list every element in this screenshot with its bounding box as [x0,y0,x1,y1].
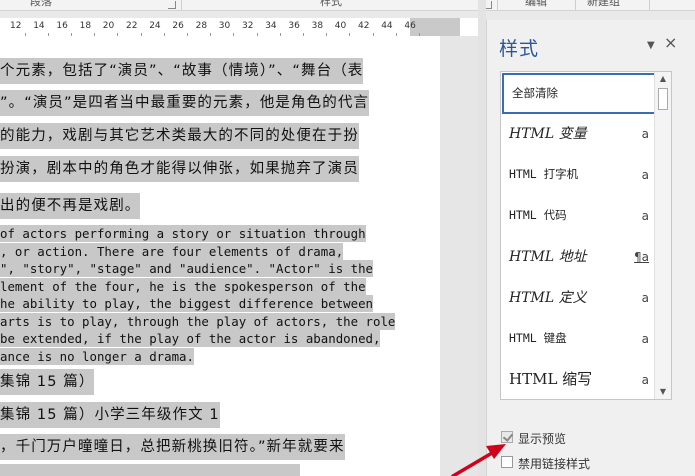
doc-line[interactable]: ”。“演员”是四者当中最重要的元素，他是角色的代言 [0,90,370,116]
doc-line[interactable]: ", "story", "stage" and "audience". "Act… [0,260,373,277]
doc-line[interactable]: be extended, if the play of the actor is… [0,330,381,347]
style-item-label: HTML 代码 [509,208,567,222]
ruler-number: 26 [172,21,184,31]
ribbon-group-styles: 样式 [320,0,342,8]
horizontal-ruler[interactable]: 12 14 16 18 20 22 24 26 28 30 32 34 36 38 40 42 44 46 [0,18,478,37]
doc-line[interactable]: lement of the four, he is the spokespers… [0,278,366,295]
ribbon-separator [181,0,182,10]
disable-linked-styles-label: 禁用链接样式 [518,457,591,471]
doc-line[interactable]: 集锦 15 篇）小学三年级作文 1 [0,402,220,428]
ruler-right-margin [410,18,460,36]
doc-line[interactable]: ance is no longer a drama. [0,348,194,365]
pane-options-chevron-down-icon[interactable]: ▼ [647,40,655,51]
style-item-html-variable[interactable]: HTML 变量 a [501,113,653,154]
style-item-label: HTML 键盘 [509,331,567,345]
doc-line[interactable]: 的能力，戏剧与其它艺术类最大的不同的处便在于扮 [0,123,359,149]
doc-line[interactable]: 出的便不再是戏剧。 [0,193,141,219]
style-item-html-definition[interactable]: HTML 定义 a [501,277,653,318]
disable-linked-styles-checkbox[interactable] [501,456,513,468]
style-item-label: HTML 缩写 [509,370,593,388]
character-style-icon: a [641,291,649,305]
doc-line[interactable]: ，千门万户曈曈日，总把新桃换旧符。”新年就要来 [0,434,345,460]
styles-list[interactable]: 全部清除 HTML 变量 a HTML 打字机 a HTML 代码 a HTML… [500,71,672,400]
paragraph-dialog-launcher-icon[interactable] [168,1,176,9]
style-item-label: HTML 地址 [509,249,587,265]
style-item-html-code[interactable]: HTML 代码 a [501,195,653,236]
style-item-html-keyboard[interactable]: HTML 键盘 a [501,318,653,359]
page-margin-area [440,36,478,476]
style-item-html-typewriter[interactable]: HTML 打字机 a [501,154,653,195]
style-item-html-address[interactable]: HTML 地址 ¶a [501,236,653,277]
ribbon-group-labels: 段落 样式 编辑 新建组 [0,0,695,11]
ruler-number: 30 [218,21,231,31]
doc-line[interactable]: of actors performing a story or situatio… [0,225,366,242]
pane-gap [478,0,486,476]
character-style-icon: a [641,127,649,141]
doc-line[interactable] [0,464,300,476]
character-style-icon: a [641,168,649,182]
ruler-number: 22 [126,21,138,31]
ribbon-group-editing: 编辑 [525,0,547,8]
styles-pane: 样式 ▼ × 全部清除 HTML 变量 a HTML 打字机 a HTML 代码… [486,20,695,476]
show-preview-checkbox[interactable] [501,431,513,443]
ruler-number: 34 [265,21,277,31]
style-item-label: HTML 定义 [509,290,587,306]
doc-line[interactable]: 集锦 15 篇） [0,369,95,395]
doc-line[interactable]: 个元素，包括了“演员”、“故事（情境）”、“舞台（表 [0,58,364,84]
ruler-number: 24 [149,21,161,31]
ribbon-group-new-group: 新建组 [587,0,620,8]
style-item-clear-all[interactable]: 全部清除 [502,73,657,114]
character-style-icon: a [641,332,649,346]
ruler-number: 28 [195,21,208,31]
linked-style-icon: ¶a [634,250,649,264]
ruler-number: 32 [242,21,254,31]
document-page[interactable]: 个元素，包括了“演员”、“故事（情境）”、“舞台（表 ”。“演员”是四者当中最重… [0,36,440,476]
ribbon-group-paragraph: 段落 [30,0,52,8]
ribbon-separator [497,0,498,10]
style-item-html-acronym[interactable]: HTML 缩写 a [501,359,653,399]
show-preview-label: 显示预览 [518,432,567,446]
doc-line[interactable]: 扮演，剧本中的角色才能得以伸张，如果抛弃了演员 [0,156,359,182]
character-style-icon: a [641,209,649,223]
style-item-label: HTML 变量 [509,126,587,142]
ruler-number: 40 [334,21,347,31]
scroll-up-arrow-icon[interactable]: ▲ [655,72,671,86]
scrollbar-thumb[interactable] [658,88,668,110]
ruler-number: 16 [56,21,68,31]
ribbon-separator [649,0,650,10]
style-item-label: 全部清除 [512,86,558,100]
close-icon[interactable]: × [664,33,677,52]
ruler-number: 46 [404,21,416,31]
ruler-number: 38 [311,21,324,31]
ruler-number: 36 [288,21,300,31]
styles-pane-title: 样式 [499,38,540,60]
character-style-icon: a [641,373,649,387]
ruler-number: 44 [381,21,393,31]
ruler-number: 14 [33,21,45,31]
doc-line[interactable]: , or action. There are four elements of … [0,243,344,260]
ribbon-separator [575,0,576,10]
ruler-number: 42 [358,21,370,31]
doc-line[interactable]: arts is to play, through the play of act… [0,313,396,330]
styles-list-scrollbar[interactable]: ▲ ▼ [654,72,671,399]
doc-line[interactable]: he ability to play, the biggest differen… [0,295,373,312]
ruler-number: 18 [79,21,92,31]
ruler-number: 20 [102,21,115,31]
ruler-number: 12 [10,21,22,31]
scroll-down-arrow-icon[interactable]: ▼ [655,385,671,399]
style-item-label: HTML 打字机 [509,167,579,181]
